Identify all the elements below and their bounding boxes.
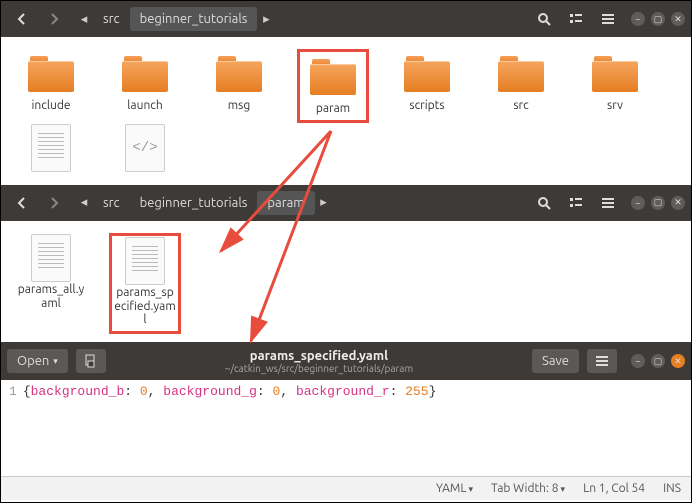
open-button[interactable]: Open ▾ [7, 349, 68, 373]
editor-toolbar: Open ▾ params_specified.yaml ~/catkin_ws… [1, 342, 691, 380]
folder-item[interactable]: scripts [391, 49, 463, 123]
list-view-icon[interactable] [561, 189, 591, 217]
crumb-sep-icon: ▸ [257, 12, 275, 27]
maximize-icon[interactable]: ▢ [651, 12, 665, 26]
forward-button[interactable] [39, 189, 69, 217]
close-icon[interactable]: ✕ [671, 196, 685, 210]
editor-statusbar: YAML Tab Width: 8 Ln 1, Col 54 INS [1, 476, 691, 500]
file-item[interactable]: params_all.yaml [15, 233, 87, 334]
folder-icon [27, 53, 75, 95]
search-icon[interactable] [529, 189, 559, 217]
maximize-icon[interactable]: ▢ [651, 196, 665, 210]
file-area-2: params_all.yaml params_specified.yaml [1, 221, 691, 342]
editor-body[interactable]: 1{background_b: 0, background_g: 0, back… [1, 380, 691, 476]
editor-filename: params_specified.yaml [114, 349, 524, 363]
new-file-icon[interactable] [76, 349, 106, 373]
item-label: src [513, 99, 528, 113]
line-number: 1 [9, 384, 17, 399]
menu-icon[interactable] [593, 189, 623, 217]
crumb-sep-icon: ◂ [75, 195, 93, 210]
minimize-icon[interactable]: – [631, 12, 645, 26]
folder-item[interactable]: src [485, 49, 557, 123]
close-icon[interactable]: ✕ [671, 12, 685, 26]
folder-item[interactable]: include [15, 49, 87, 123]
crumb-src[interactable]: src [93, 191, 130, 215]
file-item[interactable]: params_specified.yaml [109, 233, 181, 334]
folder-icon [215, 53, 263, 95]
folder-item[interactable]: srv [579, 49, 651, 123]
editor-title: params_specified.yaml ~/catkin_ws/src/be… [114, 349, 524, 374]
text-file-icon [121, 240, 169, 282]
file-item[interactable] [109, 123, 181, 177]
folder-icon [309, 56, 357, 98]
save-button[interactable]: Save [532, 349, 579, 373]
back-button[interactable] [7, 5, 37, 33]
folder-item[interactable]: msg [203, 49, 275, 123]
close-icon[interactable]: ✕ [671, 354, 685, 368]
code-file-icon [121, 127, 169, 169]
text-file-icon [27, 127, 75, 169]
crumb-beginner-tutorials[interactable]: beginner_tutorials [130, 191, 258, 215]
list-view-icon[interactable] [561, 5, 591, 33]
folder-item[interactable]: param [297, 49, 369, 123]
text-file-icon [27, 237, 75, 279]
status-language[interactable]: YAML [436, 482, 473, 495]
status-tabwidth[interactable]: Tab Width: 8 [491, 482, 565, 495]
crumb-beginner-tutorials[interactable]: beginner_tutorials [130, 7, 258, 31]
crumb-sep-icon: ◂ [75, 12, 93, 27]
file-area-1: include launch msg param scripts src srv [1, 37, 691, 185]
back-button[interactable] [7, 189, 37, 217]
item-label: params_all.yaml [17, 283, 85, 311]
editor-path: ~/catkin_ws/src/beginner_tutorials/param [114, 363, 524, 374]
status-insert-mode[interactable]: INS [663, 482, 681, 495]
forward-button[interactable] [39, 5, 69, 33]
item-label: include [32, 99, 71, 113]
item-label: params_specified.yaml [114, 286, 176, 327]
breadcrumb-1: ◂ src beginner_tutorials ▸ [75, 5, 275, 33]
crumb-src[interactable]: src [93, 7, 130, 31]
file-manager-toolbar-2: ◂ src beginner_tutorials param ▸ – ▢ ✕ [1, 185, 691, 221]
item-label: scripts [409, 99, 444, 113]
crumb-sep-icon: ▸ [315, 195, 333, 210]
folder-icon [403, 53, 451, 95]
folder-icon [591, 53, 639, 95]
folder-icon [121, 53, 169, 95]
folder-item[interactable]: launch [109, 49, 181, 123]
breadcrumb-2: ◂ src beginner_tutorials param ▸ [75, 189, 333, 217]
item-label: launch [127, 99, 162, 113]
menu-icon[interactable] [593, 5, 623, 33]
editor-menu-icon[interactable] [587, 349, 617, 373]
maximize-icon[interactable]: ▢ [651, 354, 665, 368]
item-label: msg [228, 99, 250, 113]
folder-icon [497, 53, 545, 95]
file-manager-toolbar-1: ◂ src beginner_tutorials ▸ – ▢ ✕ [1, 1, 691, 37]
minimize-icon[interactable]: – [631, 196, 645, 210]
file-item[interactable] [15, 123, 87, 177]
search-icon[interactable] [529, 5, 559, 33]
minimize-icon[interactable]: – [631, 354, 645, 368]
item-label: srv [607, 99, 623, 113]
status-cursor-pos: Ln 1, Col 54 [583, 482, 645, 495]
crumb-param[interactable]: param [257, 191, 314, 215]
item-label: param [316, 102, 350, 116]
